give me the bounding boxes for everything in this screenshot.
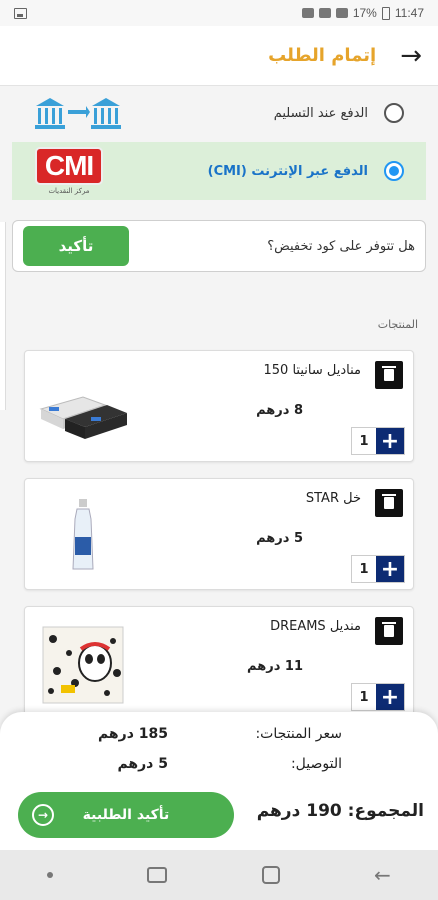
trash-icon[interactable] (375, 361, 403, 389)
arrow-right-circle-icon: → (32, 804, 54, 826)
product-image-vinegar (72, 499, 94, 570)
products-price-value: 185 درهم (97, 726, 168, 742)
bank-transfer-icon (35, 98, 121, 129)
app-header: إتمام الطلب → (0, 26, 438, 86)
payment-option-cash-label: الدفع عند التسليم (273, 105, 368, 121)
clock: 11:47 (394, 6, 424, 20)
product-name: مناديل سانيتا 150 (263, 363, 361, 378)
coupon-label: هل تتوفر على كود تخفيض؟ (267, 238, 415, 254)
battery-icon (381, 6, 390, 20)
dot-icon[interactable] (47, 872, 54, 878)
product-price: 11 درهم (247, 659, 303, 674)
delivery-label: التوصيل: (290, 756, 342, 772)
order-total: المجموع: 190 درهم (256, 801, 424, 821)
battery-percent: 17% (352, 6, 377, 20)
arrow-right-icon[interactable]: → (400, 43, 422, 69)
recent-apps-icon[interactable] (147, 867, 168, 883)
cmi-logo: CMI مركز النقديات (32, 144, 106, 198)
cmi-logo-text: CMI (35, 147, 103, 185)
product-name: خل STAR (305, 491, 361, 506)
status-bar: 17% 11:47 (0, 0, 438, 26)
payment-option-cash[interactable]: الدفع عند التسليم (12, 84, 426, 142)
radio-cash[interactable] (384, 103, 404, 123)
product-image-tissues (39, 396, 127, 439)
coupon-box: هل تتوفر على كود تخفيض؟ تأكيد (12, 220, 426, 272)
product-image-dreams-tissue (42, 626, 124, 704)
plus-icon[interactable]: + (376, 428, 404, 454)
wifi-icon (318, 8, 331, 18)
trash-icon[interactable] (375, 617, 403, 645)
cmi-logo-sub: مركز النقديات (48, 187, 90, 195)
gallery-notification-icon (14, 7, 27, 19)
quantity-stepper: 1 + (351, 683, 405, 711)
signal-icon (335, 8, 348, 18)
system-nav-bar: ← (0, 850, 438, 900)
products-section-title: المنتجات (377, 318, 418, 331)
quantity-stepper: 1 + (351, 427, 405, 455)
product-name: منديل DREAMS (270, 619, 361, 634)
quantity-value: 1 (359, 433, 369, 449)
quantity-value: 1 (359, 689, 369, 705)
product-price: 8 درهم (256, 403, 303, 418)
trash-icon[interactable] (375, 489, 403, 517)
plus-icon[interactable]: + (376, 556, 404, 582)
back-icon[interactable]: ← (374, 863, 391, 887)
confirm-coupon-button[interactable]: تأكيد (23, 226, 129, 266)
alarm-icon (301, 8, 314, 18)
delivery-value: 5 درهم (117, 756, 168, 772)
payment-option-cmi-label: الدفع عبر الإنترنت (CMI) (207, 163, 368, 179)
side-drawer-handle[interactable] (0, 222, 6, 410)
product-card: منديل DREAMS 11 درهم 1 + (24, 606, 414, 718)
quantity-stepper: 1 + (351, 555, 405, 583)
product-card: خل STAR 5 درهم 1 + (24, 478, 414, 590)
radio-cmi[interactable] (384, 161, 404, 181)
product-price: 5 درهم (256, 531, 303, 546)
payment-option-cmi[interactable]: الدفع عبر الإنترنت (CMI) CMI مركز النقدي… (12, 142, 426, 200)
home-icon[interactable] (261, 866, 280, 884)
quantity-value: 1 (359, 561, 369, 577)
page-title: إتمام الطلب (268, 45, 377, 66)
order-summary-sheet: سعر المنتجات: 185 درهم التوصيل: 5 درهم ا… (0, 712, 438, 850)
plus-icon[interactable]: + (376, 684, 404, 710)
product-card: مناديل سانيتا 150 8 درهم 1 + (24, 350, 414, 462)
products-price-label: سعر المنتجات: (255, 726, 342, 742)
checkout-button-label: تأكيد الطلبية (82, 807, 170, 823)
checkout-button[interactable]: → تأكيد الطلبية (18, 792, 234, 838)
